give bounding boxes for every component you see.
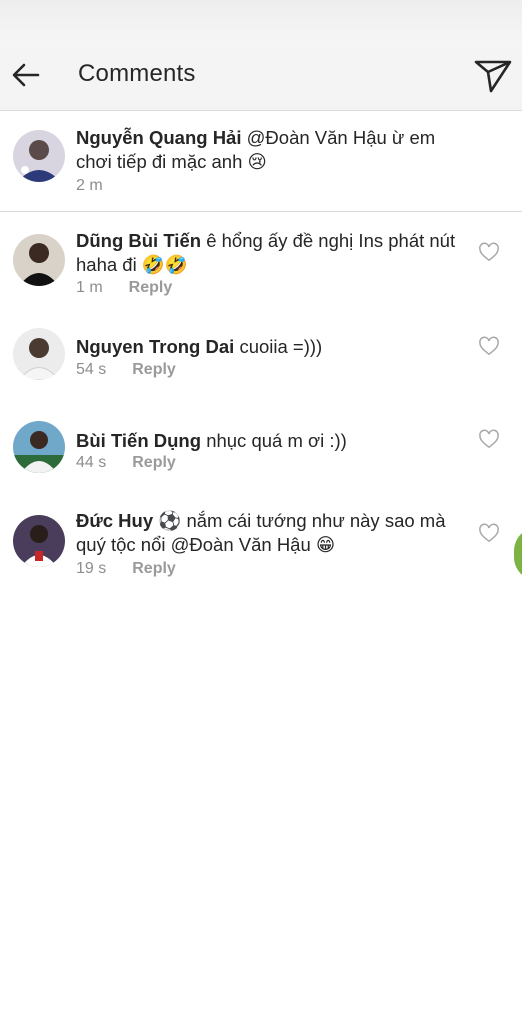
reply-button[interactable]: Reply	[129, 279, 173, 296]
caption-text: Nguyễn Quang Hải @Đoàn Văn Hậu ừ em chơi…	[76, 126, 476, 174]
avatar[interactable]	[13, 234, 65, 286]
comment-body: nhục quá m ơi :))	[206, 430, 347, 451]
comment-meta: 19 s Reply	[76, 560, 176, 578]
overlay-bubble[interactable]	[514, 527, 522, 581]
comment-body: cuoiia =)))	[239, 336, 323, 357]
comment-username[interactable]: Bùi Tiến Dụng	[76, 430, 201, 451]
reply-button[interactable]: Reply	[132, 454, 176, 471]
caption-username[interactable]: Nguyễn Quang Hải	[76, 127, 242, 148]
share-button[interactable]	[472, 55, 514, 97]
back-button[interactable]	[9, 58, 43, 92]
comment-username[interactable]: Nguyen Trong Dai	[76, 336, 234, 357]
comment-text: Bùi Tiến Dụng nhục quá m ơi :))	[76, 429, 476, 453]
caption-meta: 2 m	[76, 177, 103, 195]
arrow-left-icon	[12, 63, 40, 87]
comment-username[interactable]: Dũng Bùi Tiến	[76, 230, 201, 251]
heart-icon[interactable]	[478, 336, 500, 356]
comments-header: Comments	[0, 0, 522, 111]
comment-text: Đức Huy ⚽ nắm cái tướng như này sao mà q…	[76, 509, 476, 557]
heart-icon[interactable]	[478, 242, 500, 262]
comment-time: 54 s	[76, 361, 107, 378]
post-caption: Nguyễn Quang Hải @Đoàn Văn Hậu ừ em chơi…	[0, 111, 522, 212]
heart-icon[interactable]	[478, 523, 500, 543]
comment-time: 1 m	[76, 279, 103, 296]
send-icon	[474, 60, 512, 93]
avatar[interactable]	[13, 130, 65, 182]
comment-text: Dũng Bùi Tiến ê hổng ấy đề nghị Ins phát…	[76, 229, 476, 277]
comment-meta: 1 m Reply	[76, 279, 172, 297]
comment-meta: 54 s Reply	[76, 361, 176, 379]
avatar[interactable]	[13, 328, 65, 380]
heart-icon[interactable]	[478, 429, 500, 449]
comment-meta: 44 s Reply	[76, 454, 176, 472]
caption-time: 2 m	[76, 177, 103, 194]
comment-time: 19 s	[76, 560, 107, 577]
comment-text: Nguyen Trong Dai cuoiia =)))	[76, 335, 476, 359]
reply-button[interactable]: Reply	[132, 560, 176, 577]
avatar[interactable]	[13, 421, 65, 473]
comment-time: 44 s	[76, 454, 107, 471]
page-title: Comments	[78, 60, 196, 87]
avatar[interactable]	[13, 515, 65, 567]
reply-button[interactable]: Reply	[132, 361, 176, 378]
comment-username[interactable]: Đức Huy ⚽	[76, 510, 181, 531]
